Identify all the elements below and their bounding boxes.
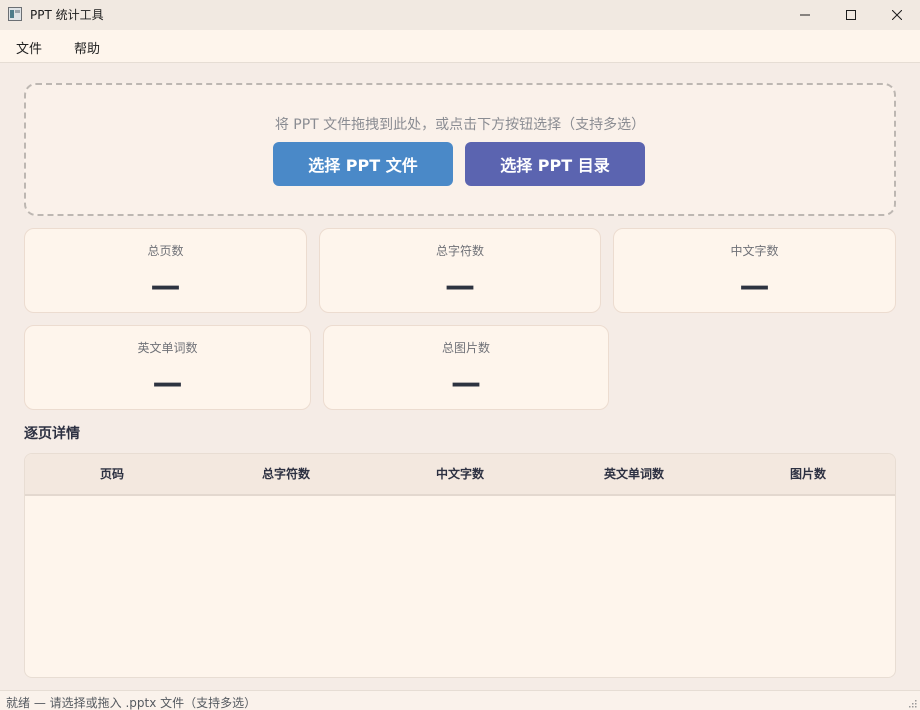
stat-value: —: [152, 366, 183, 401]
window-title: PPT 统计工具: [30, 8, 104, 22]
stat-label: 总图片数: [441, 341, 490, 355]
app-icon: [8, 7, 22, 21]
select-file-button[interactable]: 选择 PPT 文件: [273, 142, 453, 186]
status-bar: 就绪 — 请选择或拖入 .pptx 文件（支持多选）: [0, 690, 920, 710]
details-table[interactable]: 页码 总字符数 中文字数 英文单词数 图片数: [24, 453, 896, 678]
stat-card-english-words: 英文单词数 —: [24, 325, 311, 410]
column-header-chinese-chars[interactable]: 中文字数: [373, 454, 547, 494]
resize-grip-icon[interactable]: [908, 699, 917, 708]
details-title: 逐页详情: [24, 426, 80, 442]
stat-label: 中文字数: [730, 244, 779, 258]
minimize-icon: [800, 14, 810, 16]
stat-label: 总字符数: [435, 244, 484, 258]
column-header-page[interactable]: 页码: [25, 454, 199, 494]
stat-card-chinese-chars: 中文字数 —: [613, 228, 896, 313]
title-bar: PPT 统计工具: [0, 0, 920, 30]
stat-value: —: [150, 269, 181, 304]
menu-file[interactable]: 文件: [16, 38, 42, 57]
select-directory-button[interactable]: 选择 PPT 目录: [465, 142, 645, 186]
table-header: 页码 总字符数 中文字数 英文单词数 图片数: [25, 454, 895, 496]
menu-bar: 文件 帮助: [0, 30, 920, 63]
menu-help[interactable]: 帮助: [74, 38, 100, 57]
maximize-icon: [846, 10, 856, 20]
column-header-images[interactable]: 图片数: [721, 454, 895, 494]
stat-label: 英文单词数: [137, 341, 198, 355]
maximize-button[interactable]: [828, 0, 874, 30]
drop-zone[interactable]: 将 PPT 文件拖拽到此处，或点击下方按钮选择（支持多选） 选择 PPT 文件 …: [24, 83, 896, 216]
stat-value: —: [739, 269, 770, 304]
status-text: 就绪 — 请选择或拖入 .pptx 文件（支持多选）: [6, 696, 257, 710]
stat-card-total-pages: 总页数 —: [24, 228, 307, 313]
minimize-button[interactable]: [782, 0, 828, 30]
stat-card-total-images: 总图片数 —: [323, 325, 609, 410]
close-icon: [892, 10, 902, 20]
stat-value: —: [451, 366, 481, 401]
stat-label: 总页数: [147, 244, 184, 258]
stat-value: —: [445, 269, 475, 304]
column-header-english-words[interactable]: 英文单词数: [547, 454, 721, 494]
column-header-total-chars[interactable]: 总字符数: [199, 454, 373, 494]
drop-hint: 将 PPT 文件拖拽到此处，或点击下方按钮选择（支持多选）: [274, 117, 646, 133]
stat-card-total-chars: 总字符数 —: [319, 228, 601, 313]
close-button[interactable]: [874, 0, 920, 30]
